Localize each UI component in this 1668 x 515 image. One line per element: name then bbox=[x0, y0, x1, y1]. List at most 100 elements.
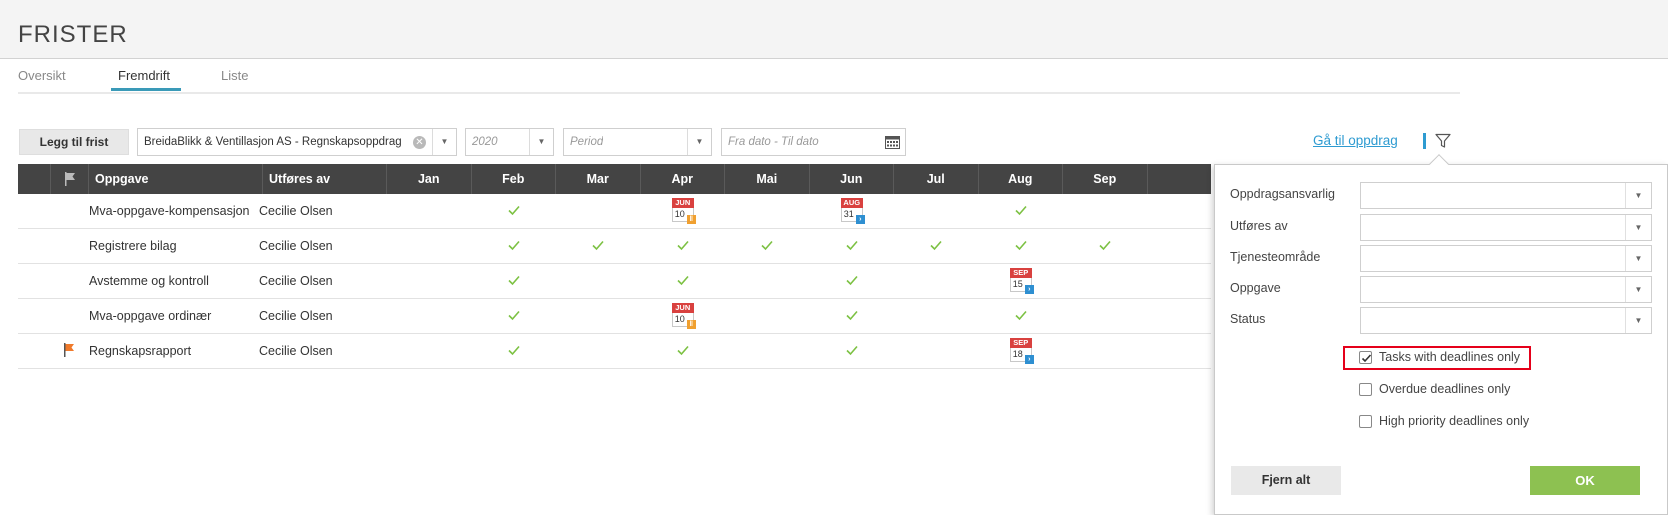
performer-cell: Cecilie Olsen bbox=[259, 239, 333, 253]
add-deadline-button[interactable]: Legg til frist bbox=[19, 129, 129, 155]
client-select-value: BreidaBlikk & Ventillasjon AS - Regnskap… bbox=[144, 136, 402, 148]
chevron-down-icon[interactable]: ▼ bbox=[1625, 246, 1651, 271]
month-column-header[interactable]: Sep bbox=[1063, 164, 1148, 194]
page-header: FRISTER bbox=[0, 0, 1668, 59]
chevron-down-icon[interactable]: ▼ bbox=[1625, 308, 1651, 333]
filter-panel: Oppdragsansvarlig ▼ Utføres av ▼ Tjenest… bbox=[1214, 164, 1668, 515]
month-column-header[interactable]: Jan bbox=[387, 164, 472, 194]
completed-check-icon bbox=[1014, 203, 1028, 217]
task-cell[interactable]: Mva-oppgave ordinær bbox=[89, 299, 211, 333]
completed-check-icon bbox=[1014, 238, 1028, 252]
table-row[interactable]: Registrere bilag Cecilie Olsen bbox=[18, 229, 1211, 264]
task-cell[interactable]: Regnskapsrapport bbox=[89, 334, 191, 368]
chevron-down-icon[interactable]: ▼ bbox=[529, 129, 553, 155]
checkbox-label: High priority deadlines only bbox=[1379, 414, 1530, 428]
month-column-header[interactable]: Aug bbox=[979, 164, 1063, 194]
task-column-header[interactable]: Oppgave bbox=[89, 164, 263, 194]
completed-check-icon bbox=[1014, 308, 1028, 322]
table-row[interactable]: Mva-oppgave ordinær Cecilie Olsen JUN 10 ‖ bbox=[18, 299, 1211, 334]
date-range-placeholder: Fra dato - Til dato bbox=[728, 136, 819, 148]
checkbox-box[interactable] bbox=[1359, 415, 1372, 428]
month-column-header[interactable]: Mar bbox=[556, 164, 641, 194]
grid-header: Oppgave Utføres av Jan Feb Mar Apr Mai Jun Jul… bbox=[18, 164, 1211, 194]
completed-check-icon bbox=[676, 273, 690, 287]
responsible-select[interactable]: ▼ bbox=[1360, 182, 1652, 209]
filter-label-service-area: Tjenesteområde bbox=[1230, 250, 1321, 264]
month-column-header[interactable]: Jun bbox=[810, 164, 894, 194]
deadline-badge[interactable]: JUN 10 ‖ bbox=[671, 303, 696, 331]
completed-check-icon bbox=[845, 273, 859, 287]
deadline-month: SEP bbox=[1009, 338, 1032, 348]
period-select-placeholder: Period bbox=[570, 136, 604, 148]
year-select-value: 2020 bbox=[472, 136, 498, 148]
checkbox-label: Overdue deadlines only bbox=[1379, 382, 1511, 396]
tab-oversikt[interactable]: Oversikt bbox=[18, 68, 66, 83]
client-select[interactable]: BreidaBlikk & Ventillasjon AS - Regnskap… bbox=[137, 128, 457, 156]
priority-flag-icon[interactable] bbox=[63, 343, 77, 359]
deadline-badge[interactable]: JUN 10 ‖ bbox=[671, 198, 696, 226]
priority-column-header[interactable] bbox=[51, 164, 89, 194]
completed-check-icon bbox=[507, 238, 521, 252]
completed-check-icon bbox=[1098, 238, 1112, 252]
table-row[interactable]: Avstemme og kontroll Cecilie Olsen SEP 15 › bbox=[18, 264, 1211, 299]
page-title: FRISTER bbox=[18, 21, 128, 48]
deadline-badge[interactable]: SEP 18 › bbox=[1009, 338, 1034, 366]
month-column-header[interactable]: Apr bbox=[641, 164, 725, 194]
completed-check-icon bbox=[845, 238, 859, 252]
deadline-month: SEP bbox=[1009, 268, 1032, 278]
table-row[interactable]: Regnskapsrapport Cecilie Olsen SEP 18 › bbox=[18, 334, 1211, 369]
task-cell[interactable]: Registrere bilag bbox=[89, 229, 177, 263]
month-column-header[interactable]: Jul bbox=[894, 164, 979, 194]
performer-cell: Cecilie Olsen bbox=[259, 309, 333, 323]
status-select[interactable]: ▼ bbox=[1360, 307, 1652, 334]
task-select[interactable]: ▼ bbox=[1360, 276, 1652, 303]
completed-check-icon bbox=[507, 308, 521, 322]
month-column-header[interactable]: Feb bbox=[472, 164, 556, 194]
task-cell[interactable]: Mva-oppgave-kompensasjon bbox=[89, 194, 250, 228]
chevron-down-icon[interactable]: ▼ bbox=[1625, 215, 1651, 240]
active-tab-indicator bbox=[111, 88, 181, 91]
completed-check-icon bbox=[591, 238, 605, 252]
performer-column-header[interactable]: Utføres av bbox=[263, 164, 387, 194]
ok-button[interactable]: OK bbox=[1530, 466, 1640, 495]
tabs-divider bbox=[18, 92, 1460, 94]
checkbox-box[interactable] bbox=[1359, 383, 1372, 396]
deadline-month: JUN bbox=[671, 198, 694, 208]
month-column-header[interactable]: Mai bbox=[725, 164, 810, 194]
checkbox-box[interactable] bbox=[1359, 351, 1372, 364]
clear-icon[interactable]: ✕ bbox=[413, 136, 426, 149]
performer-select[interactable]: ▼ bbox=[1360, 214, 1652, 241]
tab-bar: Oversikt Fremdrift Liste bbox=[0, 68, 1460, 94]
completed-check-icon bbox=[845, 343, 859, 357]
filter-toggle-button[interactable] bbox=[1421, 128, 1457, 156]
performer-cell: Cecilie Olsen bbox=[259, 344, 333, 358]
task-cell[interactable]: Avstemme og kontroll bbox=[89, 264, 209, 298]
chevron-down-icon[interactable]: ▼ bbox=[1625, 277, 1651, 302]
completed-check-icon bbox=[507, 203, 521, 217]
clear-all-button[interactable]: Fjern alt bbox=[1231, 466, 1341, 495]
deadline-badge[interactable]: AUG 31 › bbox=[840, 198, 865, 226]
goto-assignment-link[interactable]: Gå til oppdrag bbox=[1313, 133, 1398, 148]
date-range-input[interactable]: Fra dato - Til dato bbox=[721, 128, 906, 156]
filter-label-responsible: Oppdragsansvarlig bbox=[1230, 187, 1335, 201]
filter-icon bbox=[1435, 133, 1451, 148]
tab-fremdrift[interactable]: Fremdrift bbox=[118, 68, 170, 83]
period-select[interactable]: Period ▼ bbox=[563, 128, 712, 156]
progress-status-icon: › bbox=[1024, 285, 1034, 294]
table-row[interactable]: Mva-oppgave-kompensasjon Cecilie Olsen JUN… bbox=[18, 194, 1211, 229]
chevron-down-icon[interactable]: ▼ bbox=[1625, 183, 1651, 208]
chevron-down-icon[interactable]: ▼ bbox=[432, 129, 456, 155]
completed-check-icon bbox=[760, 238, 774, 252]
filter-label-performer: Utføres av bbox=[1230, 219, 1288, 233]
flag-icon bbox=[64, 172, 75, 186]
progress-status-icon: › bbox=[1024, 355, 1034, 364]
performer-cell: Cecilie Olsen bbox=[259, 274, 333, 288]
calendar-icon[interactable] bbox=[885, 135, 900, 149]
chevron-down-icon[interactable]: ▼ bbox=[687, 129, 711, 155]
filter-active-indicator bbox=[1423, 133, 1426, 149]
year-select[interactable]: 2020 ▼ bbox=[465, 128, 554, 156]
tab-liste[interactable]: Liste bbox=[221, 68, 248, 83]
pause-status-icon: ‖ bbox=[686, 215, 696, 224]
service-area-select[interactable]: ▼ bbox=[1360, 245, 1652, 272]
deadline-badge[interactable]: SEP 15 › bbox=[1009, 268, 1034, 296]
